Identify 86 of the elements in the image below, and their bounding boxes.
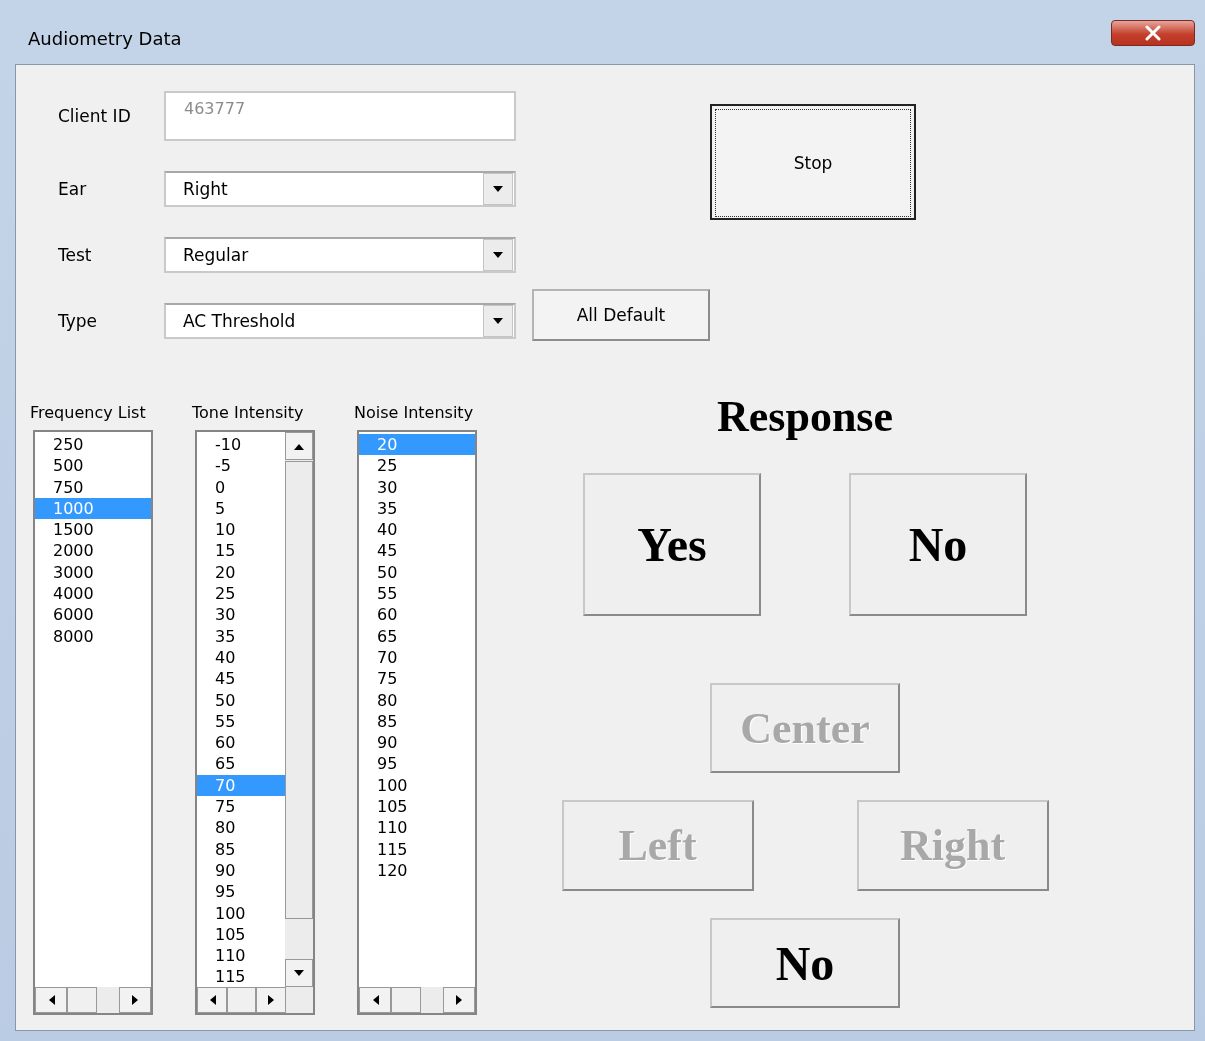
list-item[interactable]: 30	[359, 476, 475, 498]
list-label: Noise Intensity	[354, 403, 475, 424]
list-item[interactable]: 60	[359, 604, 475, 626]
list-item[interactable]: 6000	[35, 604, 151, 626]
list-item[interactable]: 25	[197, 583, 285, 605]
list-item[interactable]: -5	[197, 455, 285, 477]
close-button[interactable]	[1111, 20, 1195, 46]
field-label: Type	[57, 311, 99, 331]
stop-button[interactable]: Stop	[710, 104, 916, 220]
list-item[interactable]: 90	[197, 859, 285, 882]
list-item[interactable]: 60	[197, 732, 285, 754]
list-item[interactable]: 10	[197, 519, 285, 541]
scroll-right-icon	[131, 994, 139, 1006]
list-item[interactable]: 110	[197, 945, 285, 967]
list-item[interactable]: 90	[359, 732, 475, 754]
response-button[interactable]: Yes	[583, 473, 761, 616]
list-item[interactable]: 115	[359, 838, 475, 860]
scroll-down-icon	[293, 969, 305, 977]
horizontal-scrollbar[interactable]	[359, 987, 475, 1013]
list-item[interactable]: 55	[197, 710, 285, 733]
dropdown-field[interactable]: AC Threshold	[164, 303, 516, 339]
list-item[interactable]: 50	[359, 561, 475, 584]
scroll-up-icon	[293, 442, 305, 450]
list-item[interactable]: 750	[35, 476, 151, 498]
list-item[interactable]: 110	[359, 817, 475, 839]
list-item[interactable]: 8000	[35, 625, 151, 647]
list-item[interactable]: 0	[197, 476, 285, 498]
list-item[interactable]: 15	[197, 540, 285, 562]
list-item[interactable]: 80	[197, 817, 285, 839]
dropdown-arrow-icon	[492, 251, 504, 259]
list-item[interactable]: 250	[35, 434, 151, 456]
list-item[interactable]: 40	[359, 519, 475, 541]
list-item[interactable]: 95	[359, 753, 475, 775]
response-title: Response	[717, 391, 893, 441]
list-item[interactable]: 40	[197, 646, 285, 669]
list-item[interactable]: 105	[359, 796, 475, 818]
dropdown-field[interactable]: Right	[164, 171, 516, 207]
dropdown-field[interactable]: Regular	[164, 237, 516, 273]
list-item[interactable]: 95	[197, 881, 285, 903]
response-button[interactable]: No	[710, 918, 900, 1008]
list-item[interactable]: 75	[359, 668, 475, 690]
scroll-right-icon	[267, 994, 275, 1006]
list-label: Tone Intensity	[192, 403, 305, 424]
list-item[interactable]: 20	[197, 561, 285, 584]
list-item[interactable]: 105	[197, 923, 285, 946]
list-item[interactable]: 70	[359, 646, 475, 669]
list-item[interactable]: 65	[359, 625, 475, 647]
scroll-left-icon	[208, 994, 216, 1006]
list-item[interactable]: 500	[35, 455, 151, 477]
list-item[interactable]: 25	[359, 455, 475, 477]
list-item[interactable]: 50	[197, 689, 285, 711]
list-item[interactable]: 100	[359, 774, 475, 797]
list-item[interactable]: 35	[197, 625, 285, 647]
list-item[interactable]: 100	[197, 902, 285, 924]
list-item[interactable]: 45	[359, 540, 475, 562]
list-item[interactable]: 75	[197, 796, 285, 818]
scroll-left-icon	[371, 994, 379, 1006]
list-item[interactable]: -10	[197, 434, 285, 456]
field-label: Client ID	[57, 106, 132, 126]
list-label: Frequency List	[30, 403, 147, 424]
list-item[interactable]: 1500	[35, 519, 151, 541]
scroll-right-icon	[455, 994, 463, 1006]
list-item[interactable]: 3000	[35, 561, 151, 584]
list-item[interactable]: 35	[359, 497, 475, 520]
field-label: Test	[57, 245, 93, 265]
horizontal-scrollbar[interactable]	[35, 987, 151, 1013]
list-item[interactable]: 4000	[35, 583, 151, 605]
response-button[interactable]: No	[849, 473, 1027, 616]
list-item[interactable]: 115	[197, 966, 285, 987]
list-item[interactable]: 120	[359, 859, 475, 882]
list-item[interactable]: 30	[197, 604, 285, 626]
list-item[interactable]: 80	[359, 689, 475, 711]
list-item[interactable]: 85	[359, 710, 475, 733]
list-item[interactable]: 2000	[35, 540, 151, 562]
dropdown-arrow-icon	[492, 317, 504, 325]
vertical-scrollbar[interactable]	[285, 432, 313, 987]
window-title: Audiometry Data	[28, 28, 182, 49]
dropdown-arrow-icon	[492, 185, 504, 193]
field-label: Ear	[57, 179, 88, 199]
list-item[interactable]: 45	[197, 668, 285, 690]
list-item[interactable]: 85	[197, 838, 285, 860]
list-item[interactable]: 65	[197, 753, 285, 775]
all-default-button[interactable]: All Default	[532, 289, 710, 341]
list-item[interactable]: 5	[197, 497, 285, 520]
list-item[interactable]: 55	[359, 583, 475, 605]
scroll-left-icon	[47, 994, 55, 1006]
